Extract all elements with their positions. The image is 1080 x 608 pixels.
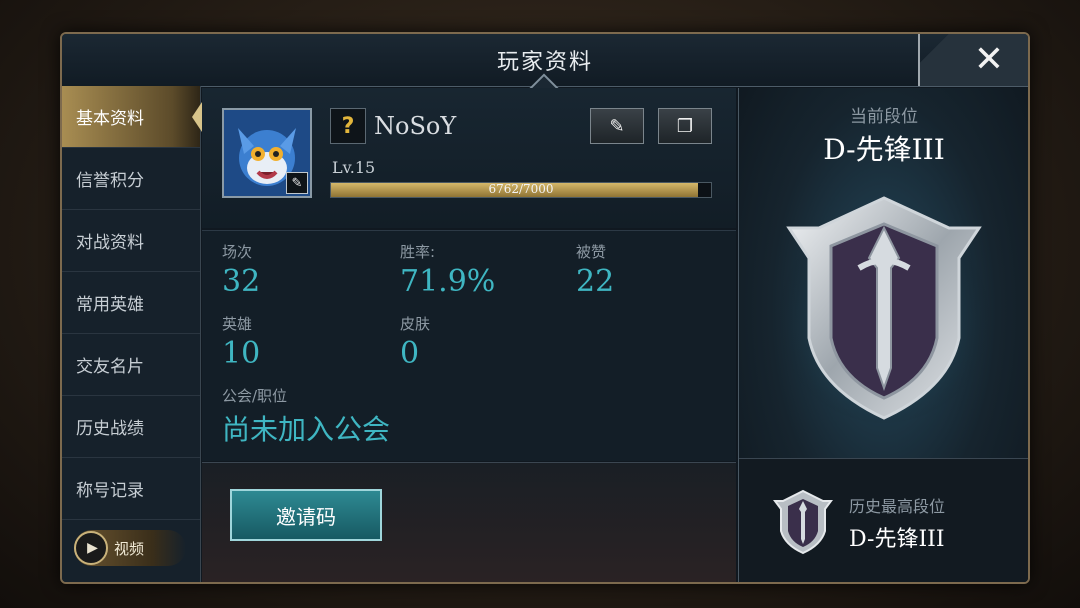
stat-matches: 场次 32 (222, 241, 260, 299)
best-rank-shield-icon (773, 489, 833, 555)
player-name: NoSoY (374, 112, 457, 140)
sidebar-item-label: 基本资料 (76, 109, 144, 129)
sidebar: 基本资料 信誉积分 对战资料 常用英雄 交友名片 历史战绩 称号记录 ▶ 视频 (62, 86, 202, 582)
invite-section: 邀请码 (202, 462, 736, 582)
player-level: Lv.15 (332, 158, 376, 177)
stat-heroes: 英雄 10 (222, 313, 260, 371)
current-rank-value: D-先锋III (823, 133, 945, 166)
stat-label: 英雄 (222, 315, 253, 333)
invite-code-button[interactable]: 邀请码 (230, 489, 382, 541)
sidebar-item-label: 称号记录 (76, 481, 144, 501)
sidebar-item-title-records[interactable]: 称号记录 (62, 458, 200, 520)
best-rank-label: 历史最高段位 (849, 497, 946, 516)
rank-help-badge[interactable]: ? (330, 108, 366, 144)
sidebar-item-battle-data[interactable]: 对战资料 (62, 210, 200, 272)
sidebar-item-label: 信誉积分 (76, 171, 144, 191)
stat-label: 胜率: (400, 243, 436, 261)
best-rank-section: 历史最高段位 D-先锋III (739, 458, 1028, 582)
stat-likes: 被赞 22 (576, 241, 614, 299)
player-profile-panel: 玩家资料 ✕ 基本资料 信誉积分 对战资料 常用英雄 交友名片 历史战绩 称号记… (60, 32, 1030, 584)
xp-progress-bar: 6762/7000 (330, 182, 712, 198)
video-label: 视频 (114, 539, 145, 558)
stat-guild: 公会/职位 尚未加入公会 (222, 385, 390, 448)
sidebar-item-label: 对战资料 (76, 233, 144, 253)
stat-value: 0 (400, 336, 420, 371)
rank-panel: 当前段位 D-先锋III 历史最高段位 D-先锋III (738, 88, 1028, 582)
stat-value: 22 (576, 264, 615, 299)
sidebar-item-label: 交友名片 (76, 357, 144, 377)
close-button[interactable]: ✕ (918, 34, 1028, 86)
stats-section: 场次 32 胜率: 71.9% 被赞 22 英雄 10 皮肤 0 公会/职位 尚… (202, 230, 736, 461)
copy-icon: ❐ (676, 115, 694, 137)
stat-label: 场次 (222, 243, 253, 261)
sidebar-item-match-history[interactable]: 历史战绩 (62, 396, 200, 458)
stat-winrate: 胜率: 71.9% (400, 241, 495, 299)
page-title: 玩家资料 (496, 50, 593, 75)
play-icon: ▶ (74, 531, 108, 565)
sidebar-item-label: 常用英雄 (76, 295, 144, 315)
edit-avatar-icon[interactable]: ✎ (286, 172, 308, 194)
copy-button[interactable]: ❐ (658, 108, 712, 144)
video-button[interactable]: ▶ 视频 (74, 530, 186, 566)
pencil-icon: ✎ (609, 115, 625, 137)
shield-icon (779, 196, 989, 423)
close-icon: ✕ (973, 39, 1004, 80)
sidebar-item-reputation[interactable]: 信誉积分 (62, 148, 200, 210)
edit-name-button[interactable]: ✎ (590, 108, 644, 144)
stat-label: 皮肤 (400, 315, 431, 333)
stat-value: 32 (222, 264, 261, 299)
stat-value: 71.9% (400, 264, 496, 299)
stat-skins: 皮肤 0 (400, 313, 430, 371)
avatar[interactable]: ✎ (222, 108, 312, 198)
stat-label: 被赞 (576, 243, 607, 261)
current-rank-label: 当前段位 (850, 107, 918, 127)
sidebar-item-basic-info[interactable]: 基本资料 (62, 86, 202, 148)
header: 玩家资料 ✕ (62, 34, 1028, 105)
sidebar-item-label: 历史战绩 (76, 419, 144, 439)
xp-progress-text: 6762/7000 (488, 182, 554, 196)
profile-summary: ✎ ? NoSoY ✎ ❐ Lv.15 6762/7000 (202, 88, 736, 228)
sidebar-item-friend-card[interactable]: 交友名片 (62, 334, 200, 396)
rank-badge[interactable] (779, 188, 989, 428)
sidebar-item-common-heroes[interactable]: 常用英雄 (62, 272, 200, 334)
guild-value: 尚未加入公会 (222, 413, 391, 446)
best-rank-value: D-先锋III (849, 527, 945, 552)
stat-value: 10 (222, 336, 261, 371)
stat-label: 公会/职位 (222, 387, 288, 405)
